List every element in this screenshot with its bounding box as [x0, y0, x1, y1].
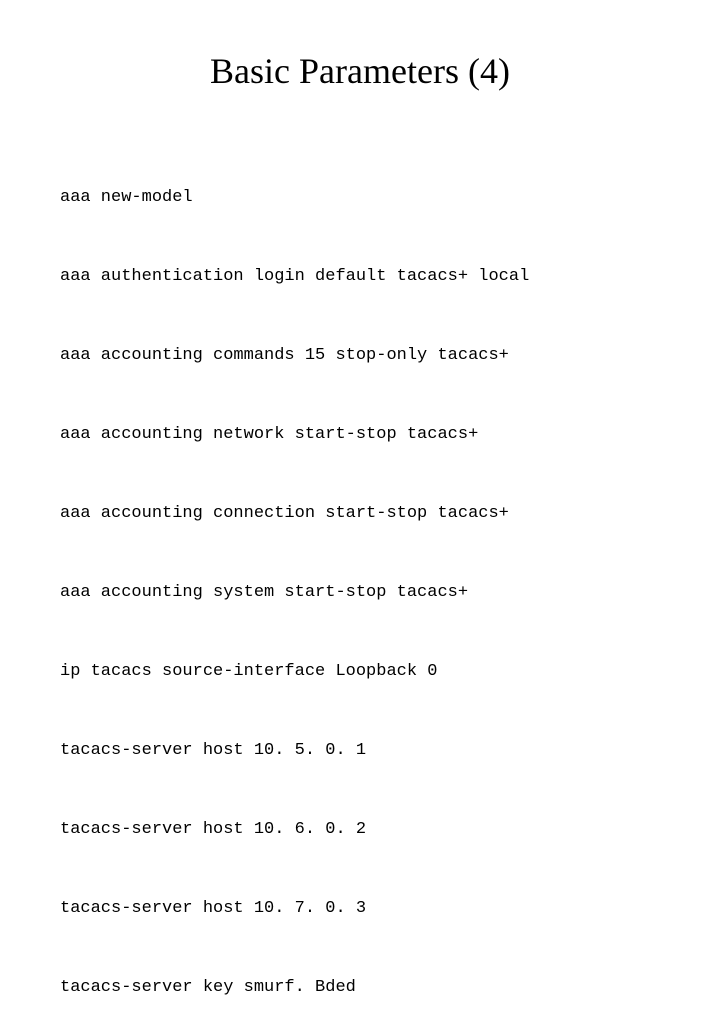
config-line: aaa accounting connection start-stop tac…	[60, 501, 660, 527]
config-line: aaa new-model	[60, 185, 660, 211]
config-line: tacacs-server host 10. 7. 0. 3	[60, 896, 660, 922]
config-line: tacacs-server host 10. 6. 0. 2	[60, 817, 660, 843]
config-line: aaa authentication login default tacacs+…	[60, 264, 660, 290]
config-block: aaa new-model aaa authentication login d…	[60, 132, 660, 1028]
page-title: Basic Parameters (4)	[60, 50, 660, 92]
config-line: tacacs-server host 10. 5. 0. 1	[60, 738, 660, 764]
config-line: aaa accounting commands 15 stop-only tac…	[60, 343, 660, 369]
config-line: ip tacacs source-interface Loopback 0	[60, 659, 660, 685]
config-line: tacacs-server key smurf. Bded	[60, 975, 660, 1001]
config-line: aaa accounting network start-stop tacacs…	[60, 422, 660, 448]
config-line: aaa accounting system start-stop tacacs+	[60, 580, 660, 606]
